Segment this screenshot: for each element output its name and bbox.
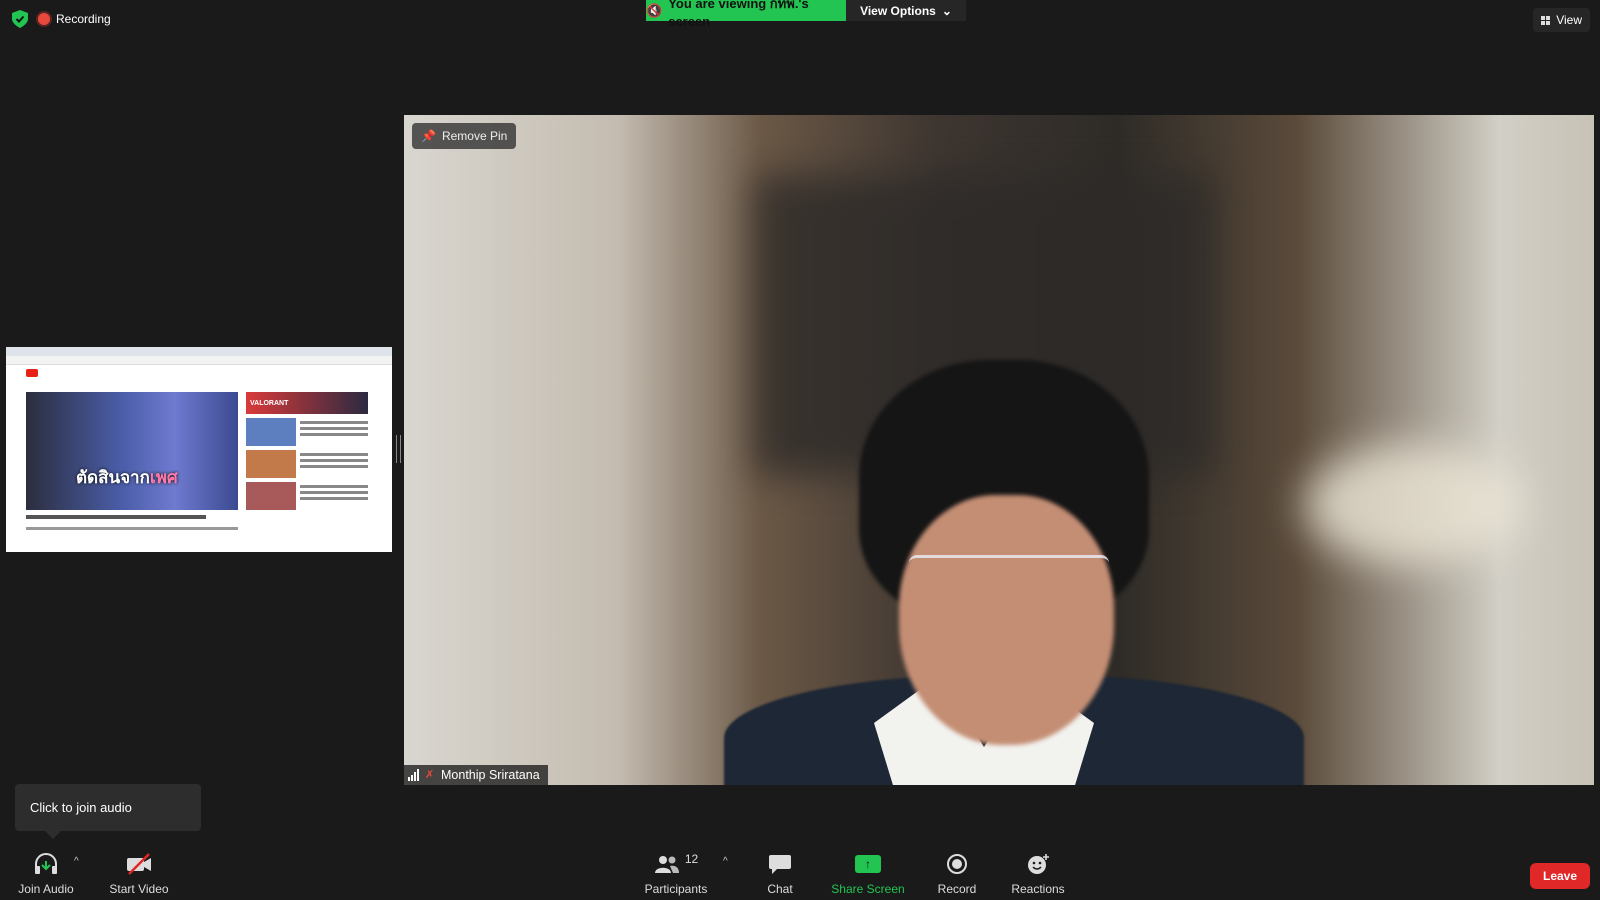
youtube-logo-icon	[26, 369, 38, 377]
chat-button[interactable]: Chat	[750, 840, 810, 900]
related-video-thumb	[246, 450, 296, 478]
shield-icon[interactable]	[12, 10, 28, 28]
chat-label: Chat	[767, 882, 793, 896]
tooltip-text: Click to join audio	[30, 800, 132, 815]
viewing-banner-text: You are viewing กทพ.'s screen	[668, 0, 809, 29]
video-caption-part1: ตัดสินจาก	[76, 468, 150, 487]
join-audio-tooltip: Click to join audio	[15, 784, 201, 839]
leave-label: Leave	[1542, 869, 1578, 883]
meeting-toolbar: Join Audio ^ Start Video 12 Participants…	[0, 840, 1600, 900]
participants-icon	[654, 856, 679, 873]
related-video-thumb	[246, 418, 296, 446]
view-label: View	[1556, 13, 1582, 27]
participants-options-chevron-icon[interactable]: ^	[723, 856, 728, 867]
share-screen-icon: ↑	[855, 852, 881, 876]
record-label: Record	[937, 882, 977, 896]
smiley-icon	[1026, 852, 1050, 876]
pinned-video[interactable]	[404, 115, 1594, 785]
panel-resize-handle[interactable]	[396, 435, 401, 463]
youtube-video-frame: ตัดสินจากเพศ	[26, 392, 238, 510]
participants-button[interactable]: 12 Participants	[636, 840, 716, 900]
related-video-item	[246, 482, 368, 510]
recording-indicator[interactable]: Recording	[38, 12, 111, 26]
related-video-item	[246, 418, 368, 446]
related-video-thumb	[246, 482, 296, 510]
ad-label: VALORANT	[250, 399, 289, 407]
join-audio-label: Join Audio	[18, 882, 74, 896]
view-options-button[interactable]: View Options ⌄	[846, 0, 966, 21]
participants-icon-group: 12	[654, 852, 698, 876]
reactions-label: Reactions	[1011, 882, 1065, 896]
leave-button[interactable]: Leave	[1530, 863, 1590, 889]
record-icon	[947, 852, 967, 876]
browser-address-bar	[6, 356, 392, 365]
related-video-text	[300, 450, 368, 478]
chat-icon	[768, 852, 792, 876]
viewing-screen-banner: 🔇 You are viewing กทพ.'s screen	[646, 0, 846, 29]
reactions-button[interactable]: Reactions	[1005, 840, 1071, 900]
grid-view-icon	[1541, 15, 1551, 25]
video-off-icon	[125, 852, 153, 876]
share-screen-button[interactable]: ↑ Share Screen	[825, 840, 911, 900]
start-video-label: Start Video	[109, 882, 169, 896]
remove-pin-label: Remove Pin	[441, 129, 508, 143]
participant-name: Monthip Sriratana	[441, 768, 540, 782]
video-caption: ตัดสินจากเพศ	[76, 464, 178, 491]
remove-pin-button[interactable]: 📌 Remove Pin	[412, 123, 517, 149]
shared-screen-thumbnail[interactable]: ตัดสินจากเพศ VALORANT	[6, 347, 392, 552]
video-caption-part2: เพศ	[149, 468, 178, 487]
browser-tabs	[6, 347, 392, 356]
video-title-placeholder	[26, 515, 206, 519]
headphones-icon	[33, 852, 59, 876]
view-button[interactable]: View	[1533, 8, 1590, 32]
related-video-text	[300, 482, 368, 510]
audio-options-chevron-icon[interactable]: ^	[74, 856, 79, 867]
speaker-muted-icon: 🔇	[646, 2, 663, 18]
background-lamp	[1304, 445, 1524, 565]
chevron-down-icon: ⌄	[941, 3, 952, 18]
participant-name-tag: ✗ Monthip Sriratana	[404, 765, 548, 785]
related-video-text	[300, 418, 368, 446]
participants-label: Participants	[644, 882, 708, 896]
participants-count: 12	[684, 852, 699, 866]
join-audio-button[interactable]: Join Audio	[8, 840, 84, 900]
record-button[interactable]: Record	[925, 840, 989, 900]
related-video-item	[246, 450, 368, 478]
youtube-header	[6, 365, 392, 381]
pin-icon: 📌	[421, 129, 436, 143]
recording-dot-icon	[38, 13, 50, 25]
start-video-button[interactable]: Start Video	[100, 840, 178, 900]
signal-strength-icon	[408, 769, 419, 781]
share-screen-label: Share Screen	[831, 882, 905, 896]
view-options-label: View Options	[860, 3, 936, 18]
ad-banner: VALORANT	[246, 392, 368, 414]
participant-face	[899, 495, 1114, 745]
meeting-status: Recording	[12, 10, 111, 28]
participant-glasses	[909, 555, 1109, 588]
recording-label: Recording	[56, 12, 111, 26]
mic-muted-icon: ✗	[425, 769, 435, 781]
video-meta-placeholder	[26, 527, 238, 530]
youtube-sidebar: VALORANT	[246, 392, 368, 510]
